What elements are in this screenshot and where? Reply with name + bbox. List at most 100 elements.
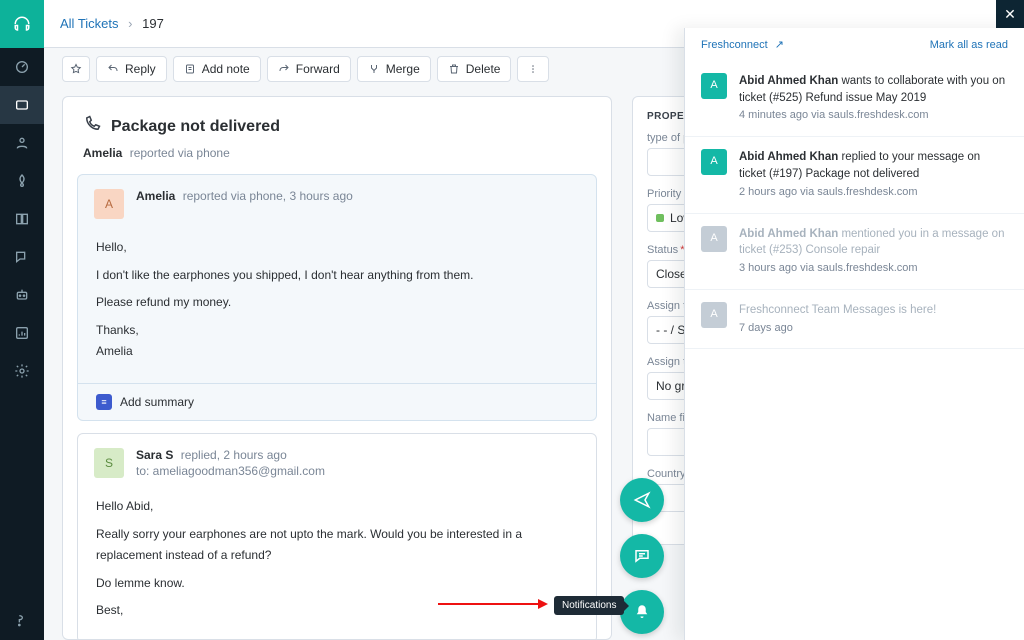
fab-chat[interactable] — [620, 534, 664, 578]
add-note-label: Add note — [202, 62, 250, 76]
ticket-title: Package not delivered — [111, 118, 280, 136]
notification-actor: Abid Ahmed Khan — [739, 228, 841, 240]
brand-logo[interactable] — [0, 0, 44, 48]
merge-label: Merge — [386, 62, 420, 76]
merge-button[interactable]: Merge — [357, 56, 431, 82]
msg-line: Really sorry your earphones are not upto… — [96, 524, 578, 567]
chat-icon — [633, 547, 651, 565]
merge-icon — [368, 63, 380, 75]
notification-item[interactable]: A Abid Ahmed Khan wants to collaborate wi… — [685, 61, 1024, 137]
add-summary-label: Add summary — [120, 395, 194, 409]
ticket-toolbar: Reply Add note Forward Merge Delete — [62, 56, 549, 82]
reporter-name: Amelia — [83, 146, 122, 160]
reply-button[interactable]: Reply — [96, 56, 167, 82]
mark-all-read-button[interactable]: Mark all as read — [930, 39, 1008, 51]
msg-author: Amelia — [136, 189, 175, 203]
nav-contacts[interactable] — [0, 124, 44, 162]
notification-drawer: Freshconnect ↗ Mark all as read A Abid Ah… — [684, 28, 1024, 640]
nav-help[interactable] — [0, 602, 44, 640]
fab-notifications[interactable] — [620, 590, 664, 634]
ticket-sheet: Package not delivered Amelia reported vi… — [62, 96, 612, 640]
msg-body: Hello Abid, Really sorry your earphones … — [78, 492, 596, 640]
priority-dot-icon — [656, 214, 664, 222]
notification-text: Freshconnect Team Messages is here! — [739, 302, 1008, 319]
star-button[interactable] — [62, 56, 90, 82]
msg-meta: reported via phone, 3 hours ago — [183, 189, 353, 203]
breadcrumb-root[interactable]: All Tickets — [60, 16, 119, 31]
notification-item[interactable]: A Abid Ahmed Khan mentioned you in a mess… — [685, 214, 1024, 290]
notifications-tooltip: Notifications — [554, 596, 624, 615]
nav-chat[interactable] — [0, 238, 44, 276]
avatar: A — [701, 302, 727, 328]
msg-meta: replied, 2 hours ago — [181, 448, 287, 462]
msg-to: to: ameliagoodman356@gmail.com — [136, 464, 325, 478]
nav-tickets[interactable] — [0, 86, 44, 124]
notification-text: Abid Ahmed Khan replied to your message … — [739, 149, 1008, 182]
drawer-title[interactable]: Freshconnect ↗ — [701, 38, 784, 51]
message-customer: A Amelia reported via phone, 3 hours ago… — [77, 174, 597, 421]
avatar: S — [94, 448, 124, 478]
notification-time: 4 minutes ago via sauls.freshdesk.com — [739, 108, 1008, 124]
breadcrumb[interactable]: All Tickets › 197 — [60, 16, 164, 31]
msg-line-part: Amelia — [96, 344, 133, 358]
delete-label: Delete — [466, 62, 501, 76]
breadcrumb-current: 197 — [142, 16, 164, 31]
add-summary-button[interactable]: ≡ Add summary — [78, 383, 596, 420]
notification-actor: Abid Ahmed Khan — [739, 151, 841, 163]
send-icon — [633, 491, 651, 509]
chevron-right-icon: › — [128, 16, 132, 31]
reply-label: Reply — [125, 62, 156, 76]
msg-line-part: Thanks, — [96, 323, 139, 337]
msg-line: Please refund my money. — [96, 292, 578, 314]
forward-label: Forward — [296, 62, 340, 76]
msg-line: Do lemme know. — [96, 573, 578, 595]
nav-dashboard[interactable] — [0, 48, 44, 86]
bell-icon — [633, 603, 651, 621]
msg-line: Hello, — [96, 237, 578, 259]
close-drawer-button[interactable]: ✕ — [996, 0, 1024, 28]
summary-badge-icon: ≡ — [96, 394, 112, 410]
notification-time: 2 hours ago via sauls.freshdesk.com — [739, 185, 1008, 201]
avatar: A — [701, 226, 727, 252]
notification-item[interactable]: A Abid Ahmed Khan replied to your message… — [685, 137, 1024, 213]
msg-line: Thanks, Amelia — [96, 320, 578, 363]
notification-text: Abid Ahmed Khan mentioned you in a messa… — [739, 226, 1008, 259]
kebab-icon — [527, 63, 539, 75]
fab-send[interactable] — [620, 478, 664, 522]
avatar: A — [701, 73, 727, 99]
star-icon — [70, 63, 82, 75]
message-agent: S Sara S replied, 2 hours ago to: amelia… — [77, 433, 597, 640]
nav-bot[interactable] — [0, 276, 44, 314]
more-button[interactable] — [517, 56, 549, 82]
nav-kb[interactable] — [0, 200, 44, 238]
sidebar — [0, 0, 44, 640]
trash-icon — [448, 63, 460, 75]
msg-line: Hello Abid, — [96, 496, 578, 518]
nav-settings[interactable] — [0, 352, 44, 390]
notification-list[interactable]: A Abid Ahmed Khan wants to collaborate wi… — [685, 61, 1024, 640]
msg-line: Best, — [96, 600, 578, 622]
nav-solutions[interactable] — [0, 162, 44, 200]
external-link-icon: ↗ — [775, 39, 784, 51]
delete-button[interactable]: Delete — [437, 56, 512, 82]
fab-column — [620, 478, 666, 634]
forward-button[interactable]: Forward — [267, 56, 351, 82]
notification-time: 3 hours ago via sauls.freshdesk.com — [739, 261, 1008, 277]
field-label-text: Status — [647, 244, 678, 256]
reporter-tail: reported via phone — [130, 146, 230, 160]
msg-line: I don't like the earphones you shipped, … — [96, 265, 578, 287]
nav-reports[interactable] — [0, 314, 44, 352]
msg-author: Sara S — [136, 448, 173, 462]
notification-time: 7 days ago — [739, 321, 1008, 337]
reply-icon — [107, 63, 119, 75]
avatar: A — [701, 149, 727, 175]
add-note-button[interactable]: Add note — [173, 56, 261, 82]
drawer-title-text: Freshconnect — [701, 39, 768, 51]
notification-text: Abid Ahmed Khan wants to collaborate wit… — [739, 73, 1008, 106]
msg-body: Hello, I don't like the earphones you sh… — [78, 233, 596, 383]
note-icon — [184, 63, 196, 75]
notification-item[interactable]: A Freshconnect Team Messages is here! 7 da… — [685, 290, 1024, 350]
avatar: A — [94, 189, 124, 219]
forward-icon — [278, 63, 290, 75]
close-icon: ✕ — [1004, 6, 1016, 23]
